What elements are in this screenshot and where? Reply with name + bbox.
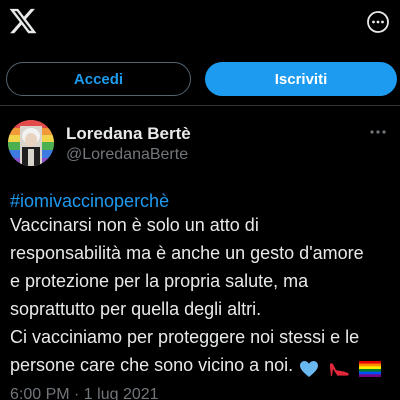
post-text-line: Vaccinarsi non è solo un atto di [10, 215, 259, 235]
post-text-line: Ci vacciniamo per proteggere noi stessi … [10, 327, 360, 347]
author-display-name[interactable]: Loredana Bertè [66, 124, 191, 144]
post-hashtag-link[interactable]: #iomivaccinoperchè [10, 190, 169, 212]
divider [0, 105, 400, 106]
post-more-icon[interactable] [368, 124, 388, 140]
post-text-last-line: persone care che sono vicino a noi. [10, 354, 385, 379]
x-logo-icon[interactable] [8, 6, 38, 36]
post-text-line: persone care che sono vicino a noi. [10, 355, 294, 375]
signup-button[interactable]: Iscriviti [205, 62, 397, 96]
post-text-line: responsabilità ma è anche un gesto d'amo… [10, 243, 364, 263]
more-options-icon[interactable] [366, 10, 390, 34]
post-timestamp[interactable]: 6:00 PM · 1 lug 2021 [10, 386, 159, 400]
high-heel-shoe-icon [328, 360, 350, 378]
author-handle[interactable]: @LoredanaBerte [66, 146, 188, 164]
rainbow-flag-icon [359, 361, 382, 378]
login-button[interactable]: Accedi [6, 62, 191, 96]
author-avatar[interactable] [8, 120, 54, 166]
light-blue-heart-icon [299, 360, 319, 378]
post-text-line: e protezione per la propria salute, ma [10, 271, 309, 291]
post-text-line: soprattutto per quella degli altri. [10, 299, 262, 319]
emoji-group [299, 357, 385, 379]
